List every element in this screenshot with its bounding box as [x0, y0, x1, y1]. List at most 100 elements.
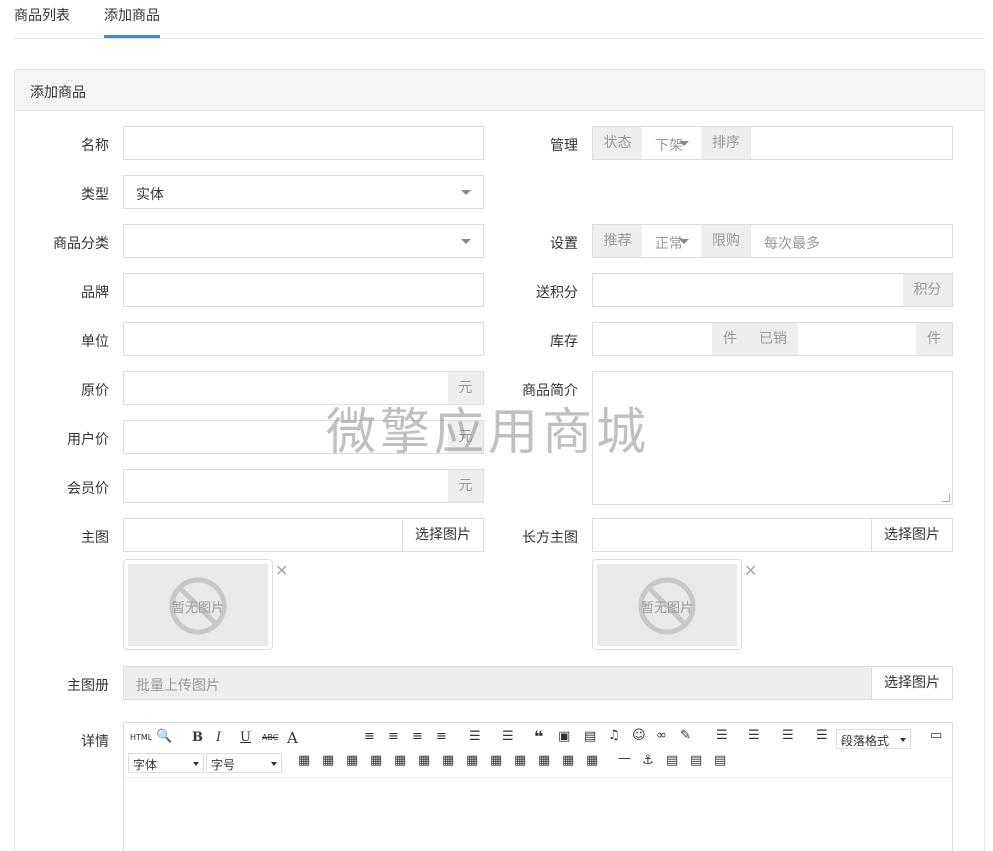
tab-add-product[interactable]: 添加商品: [104, 5, 160, 25]
insert-row-icon[interactable]: ▦: [346, 753, 358, 768]
select-gallery-button[interactable]: 选择图片: [871, 667, 952, 699]
chevron-down-icon: [679, 141, 689, 146]
delete-table-icon[interactable]: ▦: [586, 753, 598, 768]
split-cells-icon[interactable]: ▦: [418, 753, 430, 768]
font-color-button[interactable]: A: [287, 729, 298, 747]
close-icon[interactable]: ✕: [744, 561, 757, 580]
settings-group: 推荐 正常 限购 每次最多: [592, 224, 953, 258]
brand-label: 品牌: [81, 285, 109, 301]
no-image-text: 暂无图片: [171, 601, 224, 616]
status-addon: 状态: [593, 127, 642, 159]
select-main-image-button[interactable]: 选择图片: [402, 519, 483, 551]
eraser-icon[interactable]: ✎: [680, 728, 691, 743]
html-source-button[interactable]: HTML: [130, 733, 152, 742]
name-input[interactable]: [123, 126, 484, 160]
panel-title: 添加商品: [15, 70, 984, 111]
piece-addon: 件: [916, 323, 952, 355]
quote-icon[interactable]: ❝: [534, 727, 543, 746]
unit-label: 单位: [81, 334, 109, 350]
paragraph-spacing-icon[interactable]: ☰: [748, 728, 760, 743]
resize-handle[interactable]: [942, 494, 950, 502]
delete-col-icon[interactable]: ▦: [466, 753, 478, 768]
piece-addon: 件: [712, 323, 748, 355]
unordered-list-icon[interactable]: ☰: [502, 729, 514, 744]
align-right-icon[interactable]: ≡: [412, 729, 423, 744]
main-image-preview: 暂无图片: [123, 559, 273, 650]
select-wide-image-button[interactable]: 选择图片: [871, 519, 952, 551]
merge-down-icon[interactable]: ▦: [514, 753, 526, 768]
table-icon[interactable]: ▦: [298, 753, 310, 768]
sold-addon: 已销: [748, 323, 798, 355]
preview-icon[interactable]: 🔍: [156, 729, 172, 744]
underline-button[interactable]: U: [240, 730, 251, 745]
points-label: 送积分: [536, 285, 578, 301]
wide-image-preview: 暂无图片: [592, 559, 742, 650]
font-family-select[interactable]: 字体: [128, 753, 204, 773]
type-select-value: 实体: [136, 187, 164, 203]
settings-label: 设置: [550, 236, 578, 252]
active-tab-indicator: [104, 35, 160, 38]
tab-product-list[interactable]: 商品列表: [14, 5, 70, 25]
sort-addon: 排序: [701, 127, 751, 159]
anchor-icon[interactable]: ⚓: [642, 753, 654, 768]
ordered-list-icon[interactable]: ☰: [469, 729, 481, 744]
music-icon[interactable]: ♫: [608, 728, 620, 743]
indent-icon[interactable]: ☰: [816, 728, 828, 743]
print-icon[interactable]: ▤: [690, 753, 702, 768]
category-select[interactable]: [123, 224, 484, 258]
merge-cells-icon[interactable]: ▦: [394, 753, 406, 768]
italic-button[interactable]: I: [216, 730, 221, 745]
wide-image-label: 长方主图: [522, 530, 578, 546]
close-icon[interactable]: ✕: [275, 561, 288, 580]
brand-input[interactable]: [123, 273, 484, 307]
line-height-icon[interactable]: ☰: [716, 728, 728, 743]
unit-input[interactable]: [123, 322, 484, 356]
merge-right-icon[interactable]: ▦: [490, 753, 502, 768]
limit-addon: 限购: [701, 225, 751, 257]
category-label: 商品分类: [53, 236, 109, 252]
row-spacing-icon[interactable]: ☰: [782, 728, 794, 743]
horizontal-rule-icon[interactable]: —: [618, 751, 631, 766]
strike-button[interactable]: ABC: [262, 733, 278, 742]
member-price-input[interactable]: 元: [123, 469, 484, 503]
align-justify-icon[interactable]: ≡: [436, 729, 447, 744]
insert-col-icon[interactable]: ▦: [370, 753, 382, 768]
link-icon[interactable]: ∞: [656, 728, 667, 743]
wide-image-input[interactable]: 选择图片: [592, 518, 953, 552]
stock-group[interactable]: 件 已销 件: [592, 322, 953, 356]
delete-row-icon[interactable]: ▦: [442, 753, 454, 768]
user-price-label: 用户价: [67, 432, 109, 448]
type-select[interactable]: 实体: [123, 175, 484, 209]
image-icon[interactable]: ▣: [558, 729, 570, 744]
currency-addon: 元: [448, 470, 483, 502]
points-input[interactable]: 积分: [592, 273, 953, 307]
video-icon[interactable]: ▤: [584, 729, 596, 744]
font-size-select[interactable]: 字号: [206, 753, 282, 773]
paste-icon[interactable]: ▤: [714, 753, 726, 768]
chevron-down-icon: [461, 190, 471, 195]
split-cols-icon[interactable]: ▦: [562, 753, 574, 768]
page-break-icon[interactable]: ▤: [666, 753, 678, 768]
limit-input[interactable]: 每次最多: [764, 233, 820, 253]
table-props-icon[interactable]: ▦: [322, 753, 334, 768]
tab-bar: 商品列表 添加商品: [14, 0, 985, 39]
points-addon: 积分: [903, 274, 952, 306]
split-rows-icon[interactable]: ▦: [538, 753, 550, 768]
name-label: 名称: [81, 138, 109, 154]
gallery-placeholder: 批量上传图片: [136, 678, 220, 694]
emoji-icon[interactable]: ☺: [632, 728, 646, 743]
chevron-down-icon: [271, 762, 277, 766]
recommend-addon: 推荐: [593, 225, 642, 257]
align-left-icon[interactable]: ≡: [364, 729, 375, 744]
chevron-down-icon: [461, 239, 471, 244]
bold-button[interactable]: B: [192, 730, 203, 745]
gallery-label: 主图册: [67, 678, 109, 694]
main-image-input[interactable]: 选择图片: [123, 518, 484, 552]
paragraph-format-select[interactable]: 段落格式: [836, 729, 911, 749]
manage-group: 状态 下架 排序: [592, 126, 953, 160]
gallery-input[interactable]: 批量上传图片 选择图片: [123, 666, 953, 700]
fullscreen-icon[interactable]: ▭: [930, 728, 942, 743]
chevron-down-icon: [900, 738, 906, 742]
type-label: 类型: [81, 187, 109, 203]
align-center-icon[interactable]: ≡: [388, 729, 399, 744]
